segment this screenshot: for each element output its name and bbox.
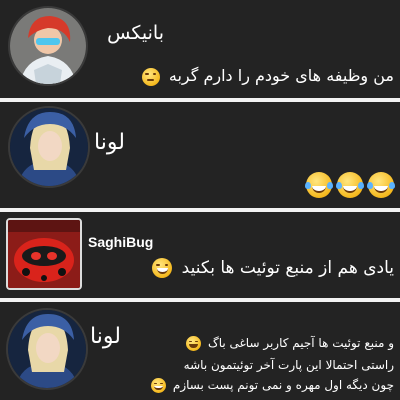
avatar-image (10, 108, 88, 186)
avatar[interactable] (8, 6, 88, 86)
avatar-image (8, 220, 80, 288)
post-text: یادی هم از منبع توئیت ها بکنید (152, 258, 394, 278)
post-line-content: چون دیگه اول مهره و نمی تونم پست بسازم (172, 378, 394, 392)
post-text-content: یادی هم از منبع توئیت ها بکنید (181, 258, 394, 278)
avatar[interactable] (8, 106, 90, 188)
author-name[interactable]: لونا (94, 130, 125, 155)
grinning-sweat-face-icon (152, 258, 173, 278)
author-name[interactable]: بانیکس (107, 22, 164, 44)
winking-face-icon (186, 336, 202, 351)
post-line: چون دیگه اول مهره و نمی تونم پست بسازم (151, 378, 394, 393)
tweet-post: SaghiBug یادی هم از منبع توئیت ها بکنید (0, 212, 400, 298)
post-line-content: راستی احتمالا این پارت آخر توئیتمون باشه (183, 358, 394, 372)
tears-of-joy-face-icon (304, 172, 333, 198)
avatar-image (10, 8, 86, 84)
emoji-row (304, 172, 396, 198)
grinning-sweat-face-icon (151, 378, 167, 393)
post-text: من وظیفه های خودم را دارم گربه (141, 66, 394, 86)
tears-of-joy-face-icon (366, 172, 396, 198)
tweet-post: لونا (0, 102, 400, 208)
avatar[interactable] (6, 218, 82, 290)
author-name[interactable]: لونا (90, 324, 121, 349)
post-line: راستی احتمالا این پارت آخر توئیتمون باشه (184, 358, 394, 372)
author-name[interactable]: SaghiBug (88, 234, 153, 250)
tears-of-joy-face-icon (335, 172, 364, 198)
avatar-image (8, 310, 86, 388)
post-text-content: من وظیفه های خودم را دارم گربه (168, 66, 394, 85)
unamused-face-icon (141, 67, 160, 86)
tweet-post: لونا و منبع توئیت ها آجیم کاربر ساغی باگ… (0, 302, 400, 400)
post-line: و منبع توئیت ها آجیم کاربر ساغی باگ (186, 336, 394, 351)
tweet-post: بانیکس من وظیفه های خودم را دارم گربه (0, 0, 400, 98)
avatar[interactable] (6, 308, 88, 390)
post-line-content: و منبع توئیت ها آجیم کاربر ساغی باگ (207, 336, 394, 350)
